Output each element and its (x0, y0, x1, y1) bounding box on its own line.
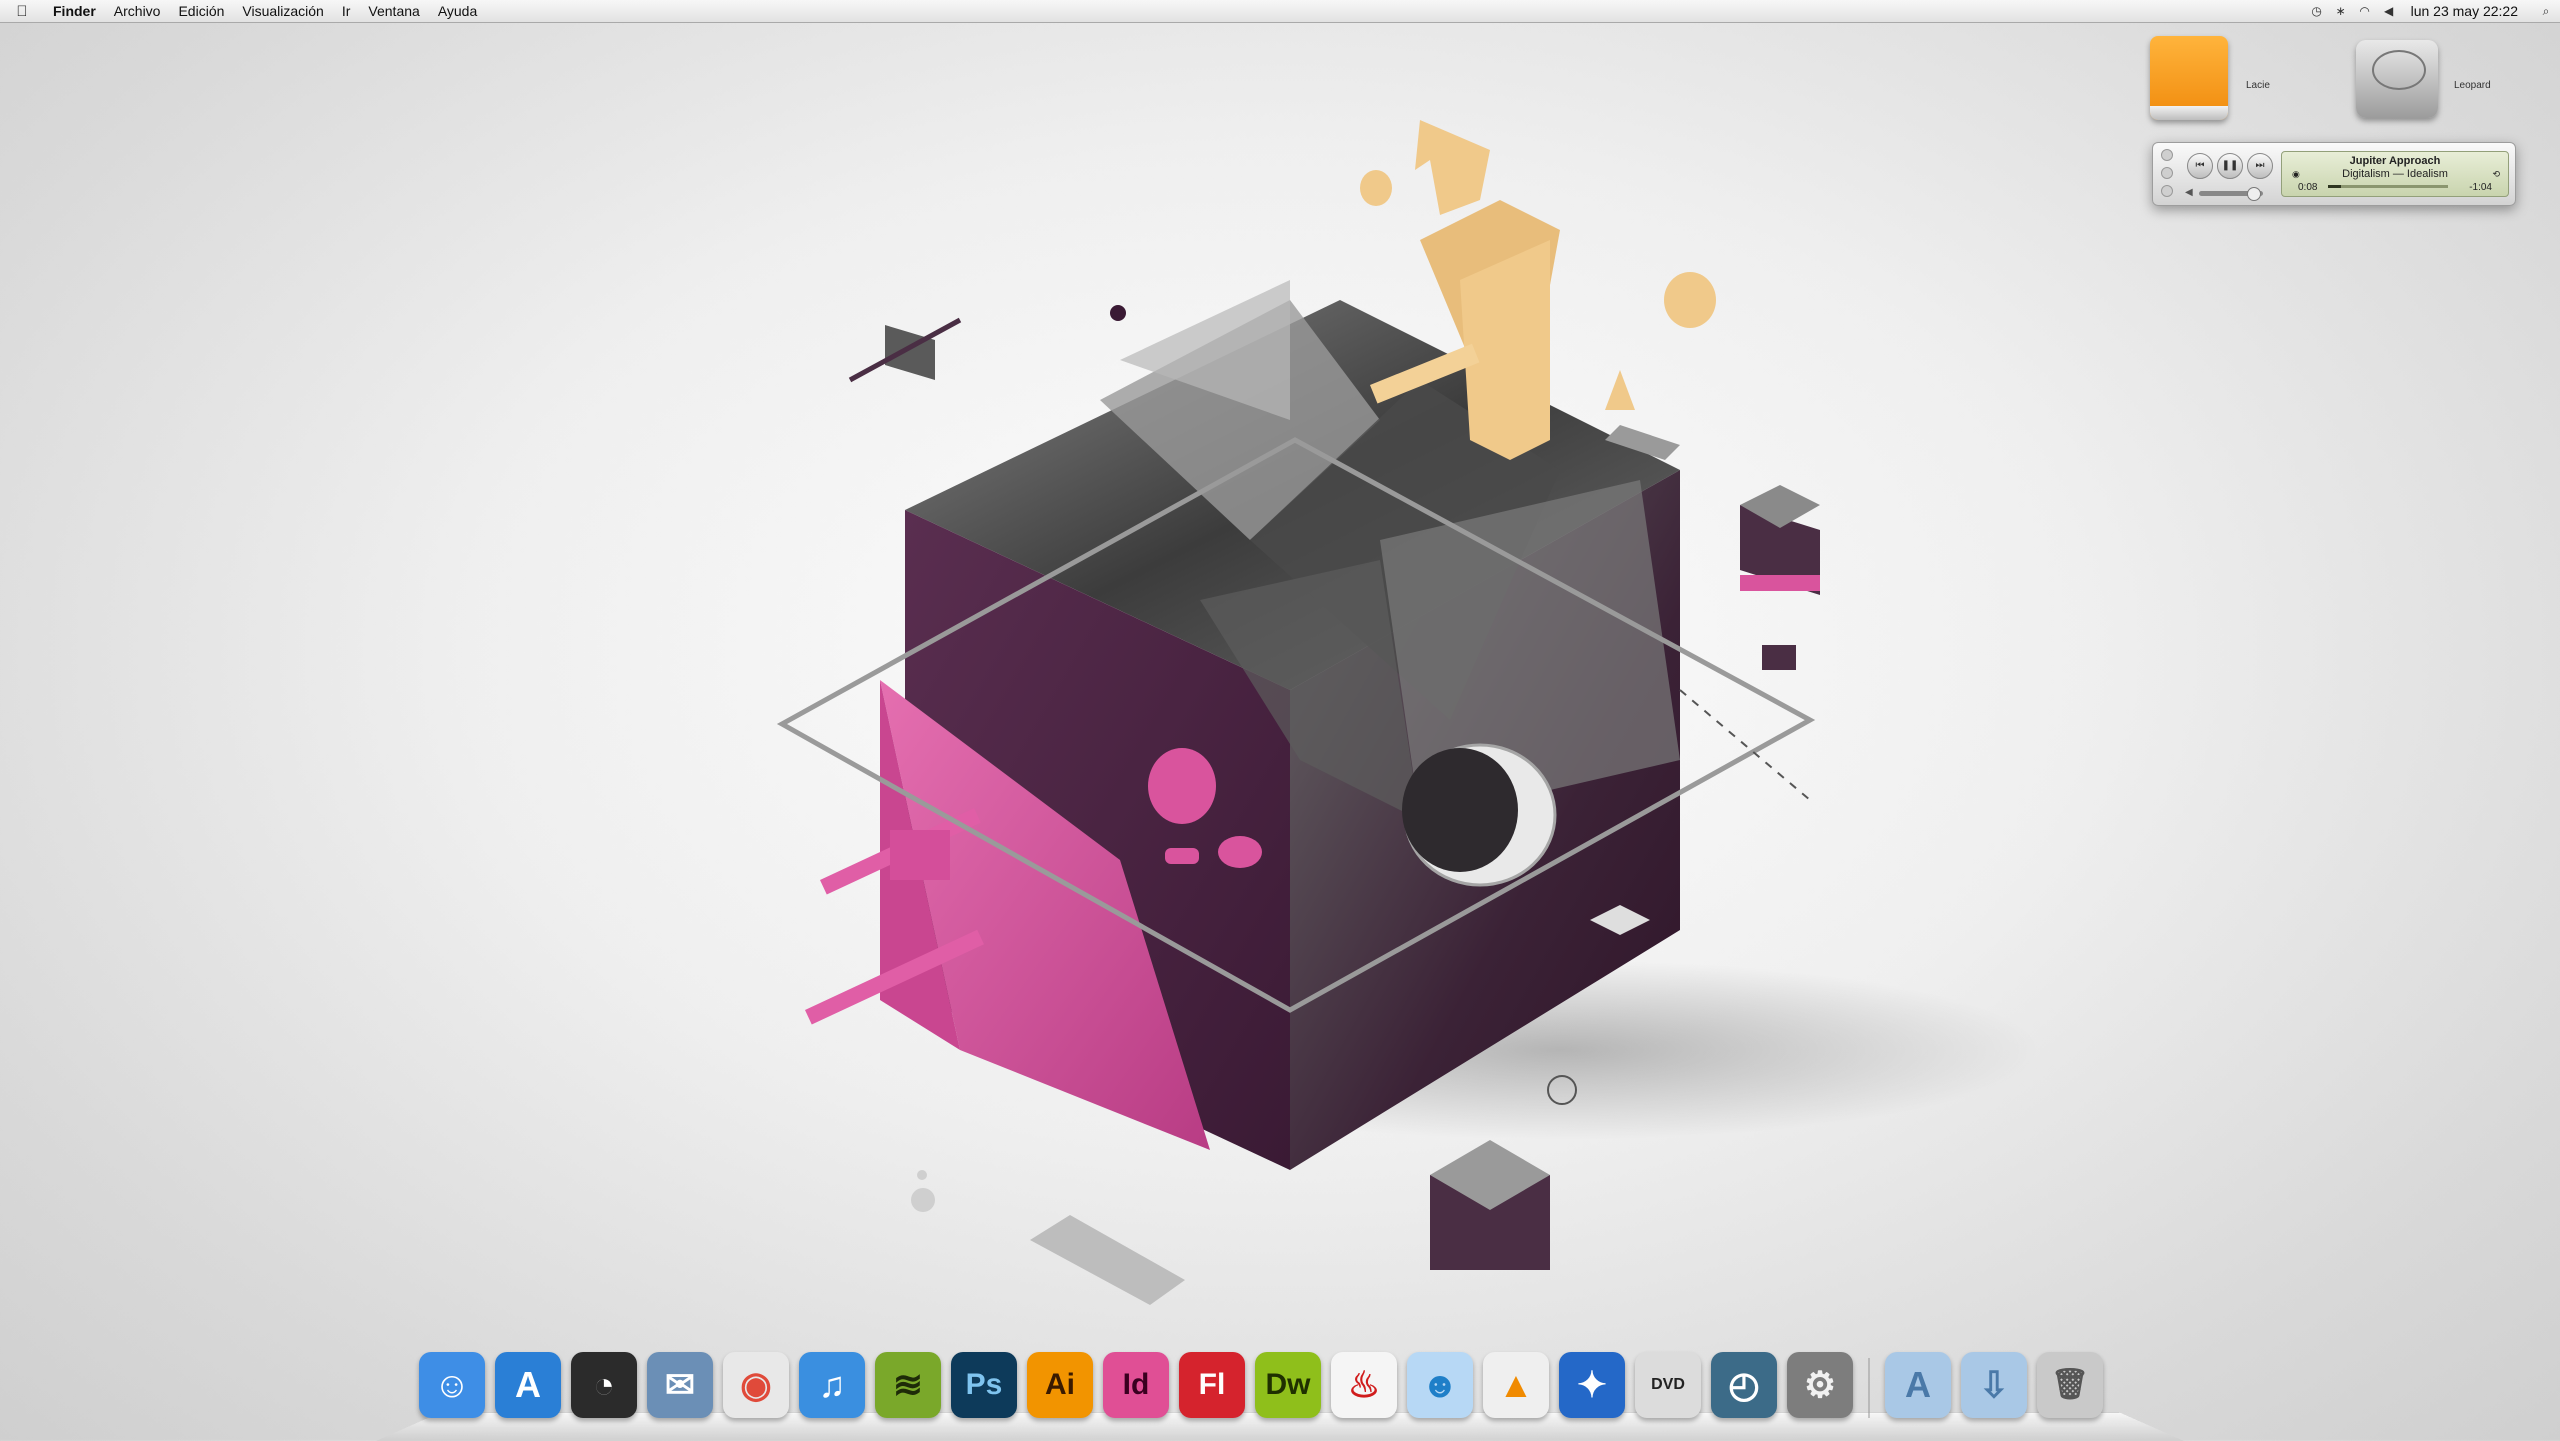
adium-icon: ✦ (1576, 1364, 1608, 1405)
pink-cylinder (1148, 748, 1216, 824)
itunes-mini-player[interactable]: ⏮ ❚❚ ⏭ ◀ ◉ Jupiter Approach Digitalism —… (2152, 142, 2516, 206)
tan-triangle (1605, 370, 1635, 410)
downloads-folder-icon: ⇩ (1978, 1364, 2010, 1405)
zoom-button[interactable] (2161, 185, 2173, 197)
finder-icon: ☺ (433, 1364, 471, 1405)
hard-drive-icon (2356, 40, 2438, 118)
dock-itunes[interactable]: ♫ (799, 1352, 865, 1418)
tan-disc-small (1360, 170, 1392, 206)
orbit-cube (885, 325, 935, 380)
elapsed-time: 0:08 (2298, 182, 2318, 193)
progress-bar[interactable] (2328, 185, 2448, 188)
dock-downloads-folder[interactable]: ⇩ (1961, 1352, 2027, 1418)
system-preferences-icon: ⚙ (1803, 1364, 1837, 1405)
tan-disc (1664, 272, 1716, 328)
dashboard-icon: ◔ (593, 1364, 615, 1405)
chrome-icon: ◉ (740, 1364, 772, 1405)
white-disc-face (1402, 748, 1518, 872)
dock-illustrator[interactable]: Ai (1027, 1352, 1093, 1418)
dock-photoshop[interactable]: Ps (951, 1352, 1017, 1418)
dark-dot (1110, 305, 1126, 321)
dock-messenger[interactable]: ☻ (1407, 1352, 1473, 1418)
volume-low-icon: ◀ (2185, 187, 2193, 198)
dock-dreamweaver[interactable]: Dw (1255, 1352, 1321, 1418)
acrobat-icon: ♨ (1347, 1364, 1381, 1405)
track-title: Jupiter Approach (2349, 155, 2441, 167)
desktop-icon-label: Leopard (2454, 80, 2491, 91)
photoshop-icon: Ps (965, 1368, 1003, 1401)
dock-finder[interactable]: ☺ (419, 1352, 485, 1418)
spotify-icon: ≋ (892, 1364, 924, 1405)
pause-button[interactable]: ❚❚ (2217, 153, 2243, 179)
gray-sphere (911, 1188, 935, 1212)
desktop-wallpaper (776, 120, 2040, 1305)
next-track-button[interactable]: ⏭ (2247, 153, 2273, 179)
illustrator-icon: Ai (1045, 1368, 1075, 1401)
dock-spotify[interactable]: ≋ (875, 1352, 941, 1418)
app-store-icon: A (515, 1364, 541, 1405)
dock-dashboard[interactable]: ◔ (571, 1352, 637, 1418)
tiny-cube (1762, 645, 1796, 670)
itunes-icon: ♫ (818, 1364, 846, 1405)
dock-indesign[interactable]: Id (1103, 1352, 1169, 1418)
dock-applications-folder[interactable]: A (1885, 1352, 1951, 1418)
mail-icon: ✉ (664, 1364, 696, 1405)
dock-flash[interactable]: Fl (1179, 1352, 1245, 1418)
close-button[interactable] (2161, 149, 2173, 161)
minimize-button[interactable] (2161, 167, 2173, 179)
indesign-icon: Id (1122, 1368, 1150, 1401)
dock-time-machine[interactable]: ◴ (1711, 1352, 1777, 1418)
pink-pill (1165, 848, 1199, 864)
dock-vlc[interactable]: ▲ (1483, 1352, 1549, 1418)
dvd-player-icon: DVD (1651, 1376, 1685, 1393)
dock-mail[interactable]: ✉ (647, 1352, 713, 1418)
window-controls (2161, 149, 2173, 203)
dock-dvd-player[interactable]: DVD (1635, 1352, 1701, 1418)
dock: ☺ A ◔ ✉ ◉ ♫ ≋ Ps Ai Id Fl Dw ♨ ☻ ▲ ✦ DVD ◴ ⚙ A ⇩ 🗑 (414, 1344, 2108, 1418)
remaining-time: -1:04 (2469, 182, 2492, 193)
dock-app-store[interactable]: A (495, 1352, 561, 1418)
gray-slab (1030, 1215, 1185, 1305)
time-machine-icon: ◴ (1728, 1364, 1760, 1405)
gray-sphere-small (917, 1170, 927, 1180)
previous-track-button[interactable]: ⏮ (2187, 153, 2213, 179)
track-artist-album: Digitalism — Idealism (2342, 168, 2448, 180)
tan-puzzle-top (1415, 120, 1490, 215)
pink-cylinder-small (1218, 836, 1262, 868)
vlc-icon: ▲ (1498, 1364, 1534, 1405)
flash-icon: Fl (1198, 1368, 1226, 1401)
messenger-icon: ☻ (1421, 1364, 1459, 1405)
usb-drive-icon (2150, 36, 2228, 120)
volume-knob[interactable] (2247, 187, 2262, 201)
dock-adium[interactable]: ✦ (1559, 1352, 1625, 1418)
shuffle-icon[interactable]: ⟲ (2492, 169, 2500, 180)
dock-trash[interactable]: 🗑 (2037, 1352, 2103, 1418)
status-icon: ◉ (2292, 169, 2300, 179)
trash-icon: 🗑 (2050, 1368, 2090, 1401)
desktop-icon-label: Lacie (2246, 80, 2270, 91)
dock-acrobat[interactable]: ♨ (1331, 1352, 1397, 1418)
dock-chrome[interactable]: ◉ (723, 1352, 789, 1418)
dock-separator (1868, 1358, 1870, 1418)
applications-folder-icon: A (1905, 1364, 1931, 1405)
progress-fill (2328, 185, 2342, 188)
dreamweaver-icon: Dw (1265, 1368, 1311, 1401)
now-playing-display: ◉ Jupiter Approach Digitalism — Idealism… (2281, 151, 2509, 197)
small-cube-band (1740, 575, 1820, 591)
pink-block (890, 830, 950, 880)
dock-system-preferences[interactable]: ⚙ (1787, 1352, 1853, 1418)
